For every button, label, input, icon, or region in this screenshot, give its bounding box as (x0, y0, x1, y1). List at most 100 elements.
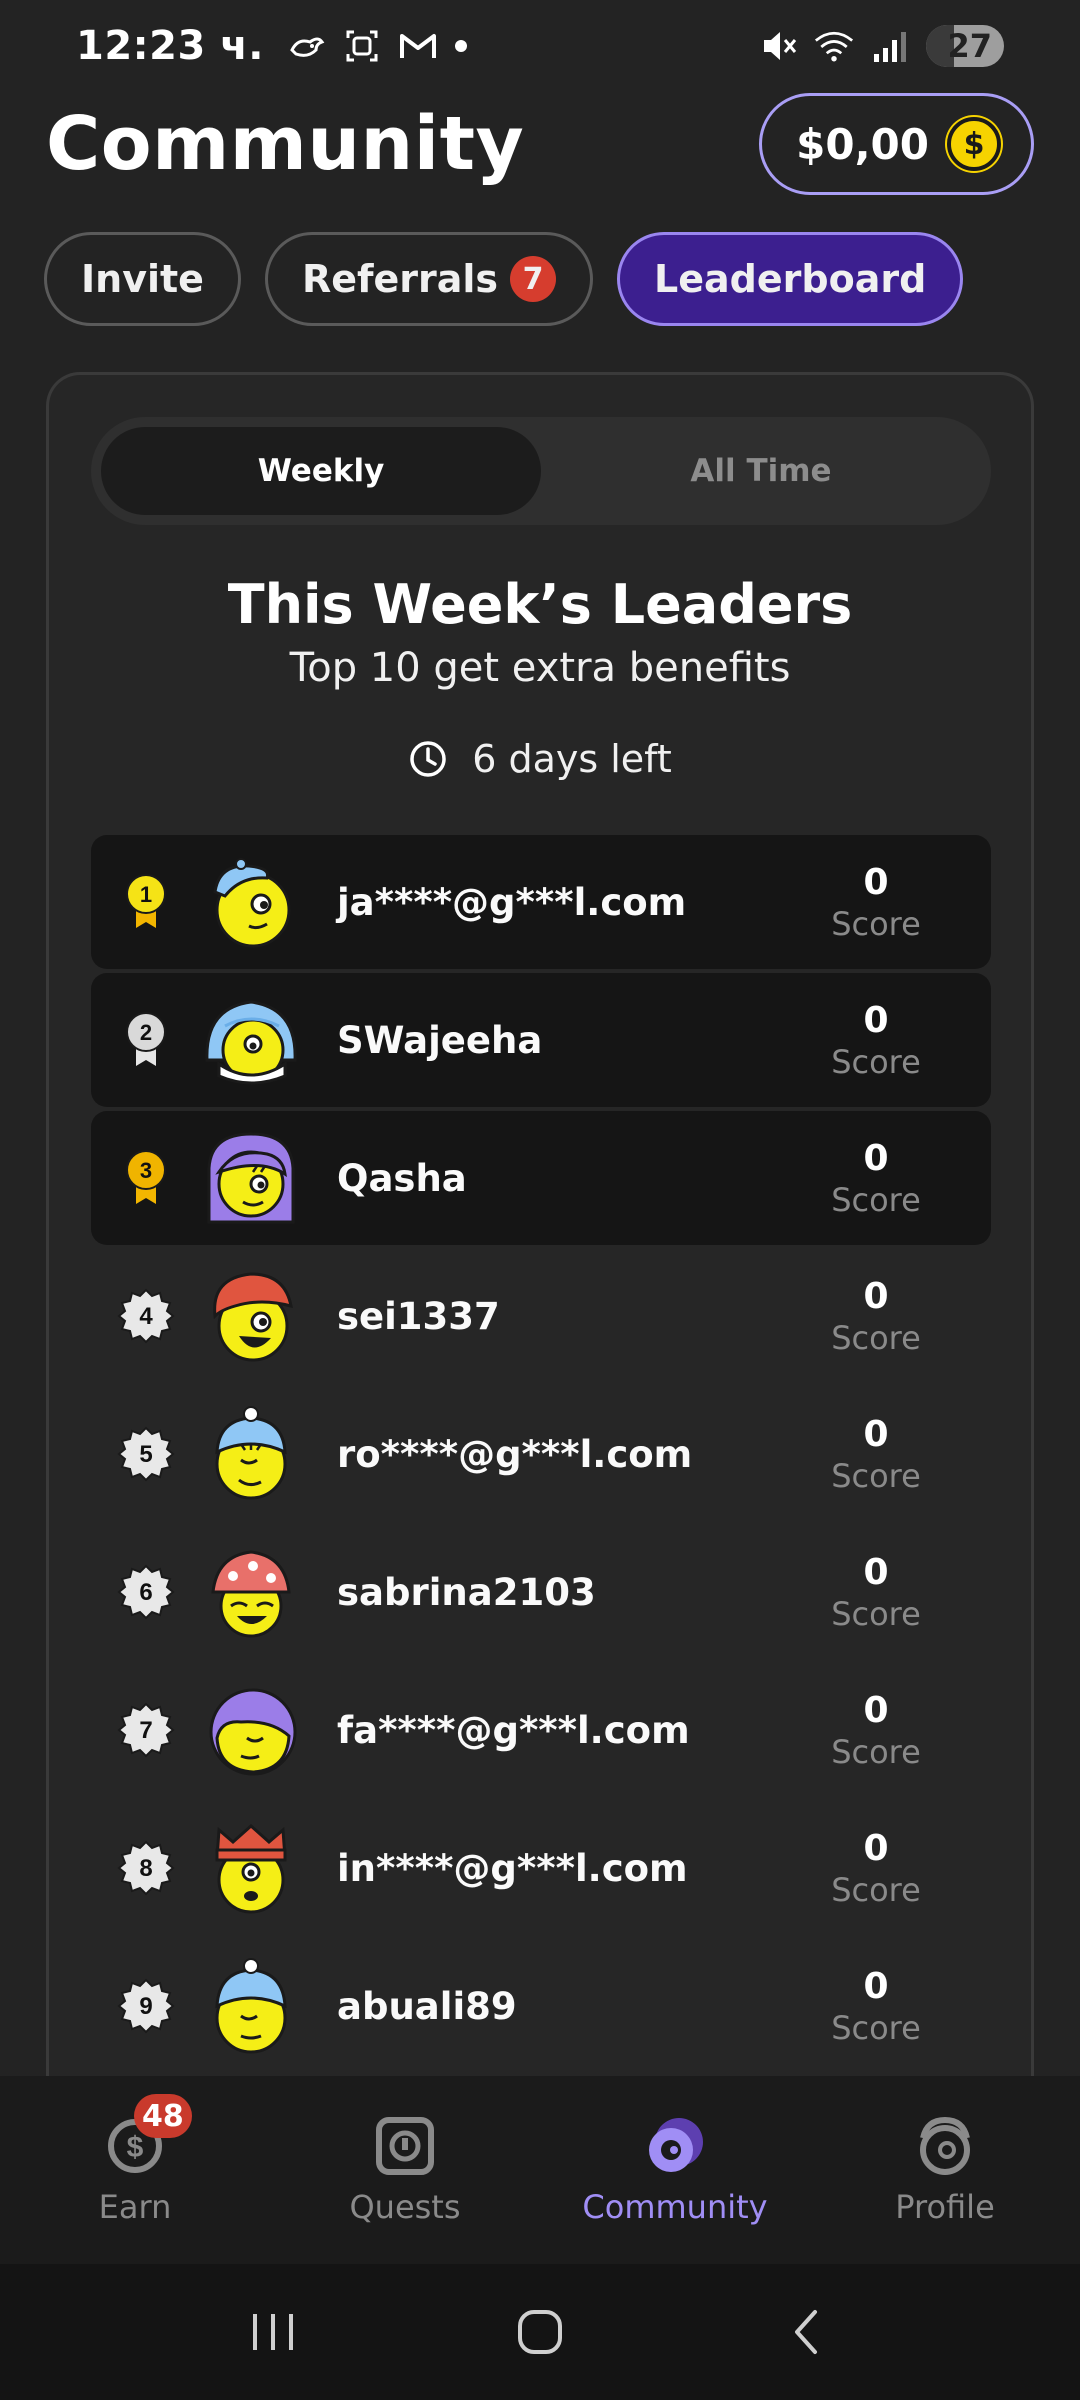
page-title: Community (46, 101, 525, 187)
leaderboard-row[interactable]: 5 ro****@g***l.com 0 Score (91, 1387, 991, 1521)
rank-badge-icon: 4 (117, 1288, 175, 1344)
score-label: Score (831, 1318, 921, 1357)
score-value: 0 (863, 999, 889, 1041)
leaderboard-row[interactable]: 9 abuali89 0 Score (91, 1939, 991, 2073)
leaderboard-row[interactable]: 6 sabrina2103 0 Score (91, 1525, 991, 1659)
rank-cell: 8 (91, 1839, 201, 1897)
rank-number: 5 (139, 1441, 152, 1468)
username: fa****@g***l.com (337, 1708, 690, 1752)
tab-label: Invite (81, 257, 204, 301)
score: 0 Score (801, 1690, 951, 1771)
bottom-nav: $ 48 Earn Quests Community Profile (0, 2076, 1080, 2264)
silver-medal-icon: 2 (126, 1012, 166, 1066)
score-label: Score (831, 1180, 921, 1219)
score: 0 Score (801, 1138, 951, 1219)
screenshot-icon (346, 30, 378, 62)
mute-icon (764, 32, 797, 60)
rank-badge-icon: 8 (117, 1840, 175, 1896)
rank-number: 6 (139, 1579, 152, 1606)
countdown: 6 days left (49, 737, 1031, 781)
bronze-medal-icon: 3 (126, 1150, 166, 1204)
wifi-icon (814, 31, 854, 62)
leaderboard-row[interactable]: 2 SWajeeha 0 Score (91, 973, 991, 1107)
weekly-toggle-button[interactable]: Weekly (101, 427, 541, 515)
back-icon[interactable] (777, 2302, 837, 2362)
home-icon[interactable] (510, 2302, 570, 2362)
avatar (215, 1406, 287, 1500)
score-value: 0 (863, 1551, 889, 1593)
leaderboard-row[interactable]: 3 Qasha 0 Score (91, 1111, 991, 1245)
nav-label: Earn (98, 2188, 172, 2226)
tab-label: Referrals (301, 257, 499, 301)
score-label: Score (831, 2008, 921, 2047)
score: 0 Score (801, 1000, 951, 1081)
nav-label: Profile (895, 2188, 995, 2226)
tab-leaderboard[interactable]: Leaderboard (617, 232, 964, 326)
nav-label: Quests (349, 2188, 461, 2226)
avatar (207, 1132, 295, 1224)
leaderboard-row[interactable]: 1 ja****@g***l.com 0 Score (91, 835, 991, 969)
score: 0 Score (801, 1414, 951, 1495)
rank-cell: 3 (91, 1148, 201, 1208)
avatar (209, 1688, 297, 1776)
rank-badge-icon: 6 (117, 1564, 175, 1620)
avatar (205, 1000, 297, 1085)
tab-referrals[interactable]: Referrals 7 (264, 232, 594, 326)
score: 0 Score (801, 1828, 951, 1909)
score-label: Score (831, 1870, 921, 1909)
leaderboard-list: 1 ja****@g***l.com 0 Score 2 SWajeeha 0 … (91, 835, 991, 2077)
system-nav-bar (0, 2264, 1080, 2400)
leaders-title: This Week’s Leaders (227, 573, 853, 636)
rank-cell: 2 (91, 1010, 201, 1070)
leaderboard-card: Weekly All Time This Week’s Leaders Top … (46, 372, 1034, 2092)
nav-quests[interactable]: Quests (270, 2076, 540, 2264)
score-label: Score (831, 1732, 921, 1771)
leaderboard-row[interactable]: 4 sei1337 0 Score (91, 1249, 991, 1383)
balance-button[interactable]: $0,00 $ (759, 93, 1034, 195)
period-toggle: Weekly All Time (91, 417, 991, 525)
coin-symbol: $ (963, 126, 985, 162)
earn-badge: 48 (134, 2094, 192, 2138)
rank-cell: 6 (91, 1563, 201, 1621)
username: Qasha (337, 1156, 467, 1200)
leaderboard-row[interactable]: 8 in****@g***l.com 0 Score (91, 1801, 991, 1935)
nav-profile[interactable]: Profile (810, 2076, 1080, 2264)
score-label: Score (831, 1594, 921, 1633)
status-bar: 12:23 ч. 27 (0, 0, 1080, 92)
battery-indicator: 27 (926, 25, 1004, 67)
notification-dot-icon (454, 40, 467, 52)
score-value: 0 (863, 1827, 889, 1869)
score-value: 0 (863, 1413, 889, 1455)
rank-cell: 5 (91, 1425, 201, 1483)
rank-number: 2 (140, 1020, 152, 1045)
avatar (215, 1958, 287, 2054)
username: SWajeeha (337, 1018, 543, 1062)
leaderboard-row[interactable]: 7 fa****@g***l.com 0 Score (91, 1663, 991, 1797)
coin-icon: $ (947, 117, 1001, 171)
all-time-toggle-button[interactable]: All Time (541, 427, 981, 515)
signal-icon (874, 32, 906, 62)
quest-box-icon (376, 2117, 434, 2175)
gold-medal-icon: 1 (126, 874, 166, 928)
score: 0 Score (801, 1552, 951, 1633)
rank-cell: 7 (91, 1701, 201, 1759)
dragon-notification-icon (290, 37, 325, 57)
username: ro****@g***l.com (337, 1432, 693, 1476)
nav-community[interactable]: Community (540, 2076, 810, 2264)
rank-number: 8 (139, 1855, 152, 1882)
rank-number: 7 (139, 1717, 152, 1744)
score: 0 Score (801, 1966, 951, 2047)
tab-invite[interactable]: Invite (44, 232, 241, 326)
score-value: 0 (863, 1275, 889, 1317)
rank-number: 9 (139, 1993, 152, 2020)
nav-label: Community (582, 2188, 768, 2226)
nav-earn[interactable]: $ 48 Earn (0, 2076, 270, 2264)
score-label: Score (831, 1042, 921, 1081)
svg-text:$: $ (127, 2131, 144, 2164)
username: abuali89 (337, 1984, 517, 2028)
score-value: 0 (863, 861, 889, 903)
score-label: Score (831, 904, 921, 943)
username: ja****@g***l.com (337, 880, 687, 924)
status-time: 12:23 ч. (76, 23, 264, 69)
recent-apps-icon[interactable] (243, 2302, 303, 2362)
